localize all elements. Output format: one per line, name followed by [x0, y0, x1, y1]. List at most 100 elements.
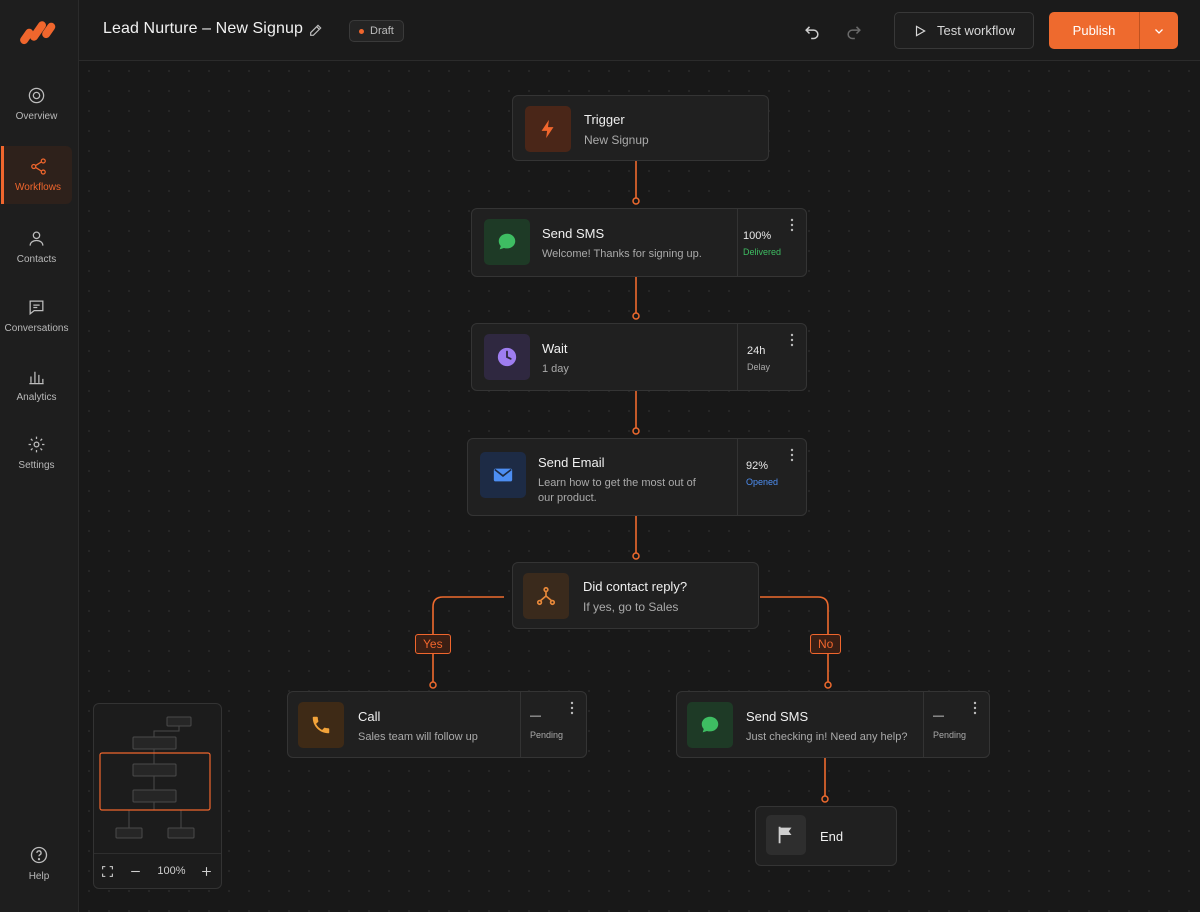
- end-icon-tile: [766, 815, 806, 855]
- node-title: Send SMS: [746, 709, 809, 724]
- workflow-icon: [30, 158, 46, 175]
- node-stat: 100% Delivered: [737, 209, 806, 276]
- sidebar-item-label: Settings: [18, 460, 55, 471]
- target-icon: [28, 87, 45, 104]
- zoom-level: 100%: [157, 865, 186, 877]
- edge-dot: [632, 427, 640, 435]
- sidebar-item-settings[interactable]: Settings: [1, 424, 72, 482]
- zoom-in-icon[interactable]: [200, 865, 213, 878]
- chat-icon: [29, 300, 44, 316]
- node-title: Call: [358, 709, 381, 724]
- sidebar-item-workflows[interactable]: Workflows: [1, 146, 72, 204]
- stat-label: Pending: [933, 730, 967, 740]
- publish-button[interactable]: Publish: [1049, 12, 1139, 49]
- sidebar-item-analytics[interactable]: Analytics: [1, 356, 72, 414]
- edge-dot: [632, 312, 640, 320]
- more-options-icon[interactable]: [973, 701, 977, 715]
- call-icon-tile: [298, 702, 344, 748]
- sidebar-item-contacts[interactable]: Contacts: [1, 218, 72, 276]
- branch-split-icon: [536, 586, 556, 606]
- workflow-canvas[interactable]: Trigger New Signup Send SMS Welcome! Tha…: [79, 61, 1200, 912]
- node-subtitle: New Signup: [584, 133, 649, 147]
- node-condition[interactable]: Did contact reply? If yes, go to Sales: [512, 562, 759, 629]
- pencil-icon[interactable]: [308, 22, 324, 38]
- help-button[interactable]: Help: [10, 845, 68, 889]
- sidebar-item-conversations[interactable]: Conversations: [1, 287, 72, 345]
- trigger-icon-tile: [525, 106, 571, 152]
- minimap-preview: [99, 716, 211, 839]
- node-send-email[interactable]: Send Email Learn how to get the most out…: [467, 438, 807, 516]
- redo-icon[interactable]: [844, 21, 864, 41]
- phone-icon: [312, 716, 330, 734]
- sms-icon-tile: [484, 219, 530, 265]
- sidebar-item-label: Conversations: [4, 323, 69, 334]
- edge-dot: [429, 681, 437, 689]
- email-icon-tile: [480, 452, 526, 498]
- fit-view-icon[interactable]: [101, 865, 114, 878]
- node-wait[interactable]: Wait 1 day 24h Delay: [471, 323, 807, 391]
- status-dot: [359, 28, 364, 34]
- sidebar-item-label: Contacts: [16, 254, 57, 265]
- node-send-sms-followup[interactable]: Send SMS Just checking in! Need any help…: [676, 691, 990, 758]
- stat-value: 100%: [743, 230, 772, 242]
- edge-dot: [632, 552, 640, 560]
- more-options-icon[interactable]: [790, 218, 794, 232]
- sidebar: Overview Workflows Contacts Conversation…: [0, 0, 79, 912]
- node-send-sms[interactable]: Send SMS Welcome! Thanks for signing up.…: [471, 208, 807, 277]
- minimap[interactable]: 100%: [93, 703, 222, 889]
- sidebar-item-label: Overview: [15, 111, 58, 122]
- node-subtitle: If yes, go to Sales: [583, 600, 679, 614]
- help-icon: [30, 846, 48, 864]
- flag-icon: [778, 826, 792, 844]
- publish-button-group: Publish: [1049, 12, 1178, 49]
- status-label: Draft: [370, 25, 394, 37]
- publish-dropdown-button[interactable]: [1140, 12, 1178, 49]
- node-subtitle: Learn how to get the most out of our pro…: [538, 477, 696, 504]
- node-call[interactable]: Call Sales team will follow up — Pending: [287, 691, 587, 758]
- node-stat: 24h Delay: [737, 324, 806, 390]
- node-stat: 92% Opened: [737, 439, 806, 515]
- more-options-icon[interactable]: [790, 448, 794, 462]
- bar-chart-icon: [29, 371, 44, 385]
- node-stat: — Pending: [520, 692, 586, 757]
- stat-value: —: [530, 710, 541, 722]
- node-title: Send Email: [538, 455, 605, 470]
- more-options-icon[interactable]: [570, 701, 574, 715]
- brand-logo: [20, 21, 56, 45]
- more-options-icon[interactable]: [790, 333, 794, 347]
- stat-label: Pending: [530, 730, 564, 740]
- wait-icon-tile: [484, 334, 530, 380]
- undo-icon[interactable]: [802, 21, 822, 41]
- edge-dot: [821, 795, 829, 803]
- node-title: Send SMS: [542, 226, 605, 241]
- stat-value: —: [933, 710, 944, 722]
- lightning-icon: [541, 119, 554, 139]
- node-subtitle: Just checking in! Need any help?: [746, 731, 908, 743]
- play-icon: [915, 24, 926, 37]
- node-trigger[interactable]: Trigger New Signup: [512, 95, 769, 161]
- edge-dot: [824, 681, 832, 689]
- node-subtitle: Welcome! Thanks for signing up.: [542, 248, 702, 260]
- node-end[interactable]: End: [755, 806, 897, 866]
- stat-label: Opened: [746, 477, 779, 487]
- node-title: Wait: [542, 341, 568, 356]
- sidebar-item-overview[interactable]: Overview: [1, 75, 72, 133]
- node-title: Trigger: [584, 112, 625, 127]
- test-workflow-button[interactable]: Test workflow: [894, 12, 1034, 49]
- app-root: Overview Workflows Contacts Conversation…: [0, 0, 1200, 912]
- stat-value: 92%: [746, 460, 769, 472]
- top-bar: Lead Nurture – New Signup Draft Test wor…: [79, 0, 1200, 61]
- condition-icon-tile: [523, 573, 569, 619]
- node-subtitle: 1 day: [542, 363, 569, 375]
- chat-bubble-icon: [701, 716, 719, 733]
- envelope-icon: [493, 468, 513, 482]
- status-badge: Draft: [349, 20, 404, 42]
- node-title: Did contact reply?: [583, 579, 688, 594]
- branch-label-yes: Yes: [415, 634, 451, 654]
- edge-dot: [632, 197, 640, 205]
- clock-icon: [497, 347, 517, 367]
- zoom-out-icon[interactable]: [129, 865, 142, 878]
- sidebar-item-label: Analytics: [16, 392, 57, 403]
- minimap-controls: 100%: [94, 853, 221, 888]
- node-title: End: [820, 829, 844, 844]
